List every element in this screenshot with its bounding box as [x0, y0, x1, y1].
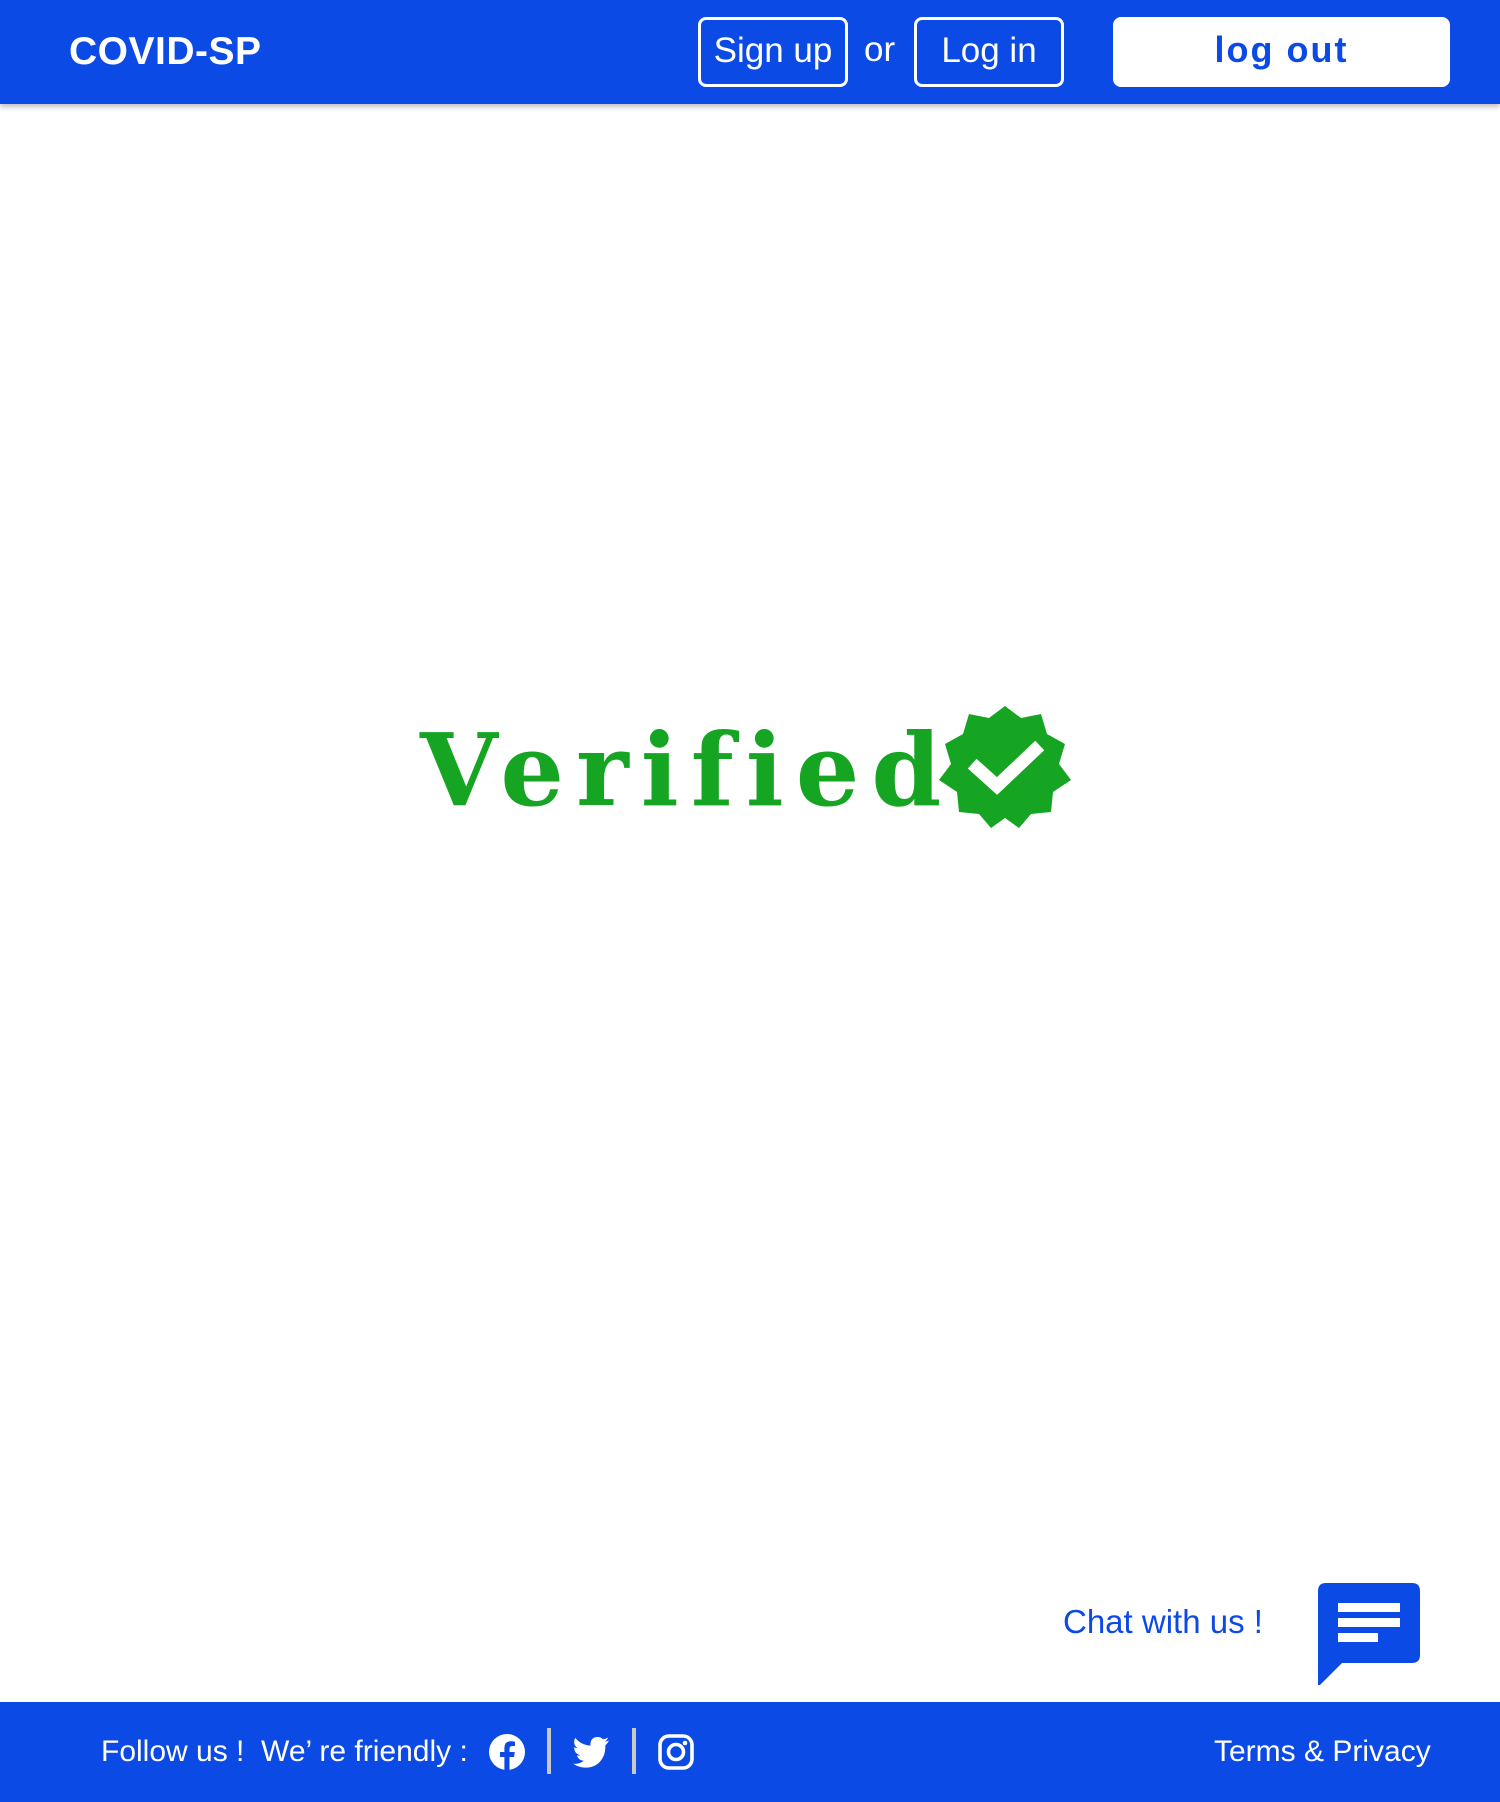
or-separator: or	[864, 30, 896, 69]
footer-bar: Follow us ! We’ re friendly : Terms & Pr…	[0, 1702, 1500, 1802]
log-out-button[interactable]: log out	[1113, 17, 1450, 87]
instagram-icon[interactable]	[657, 1733, 695, 1771]
terms-privacy-link[interactable]: Terms & Privacy	[1214, 1730, 1431, 1774]
top-nav-bar: COVID-SP Sign up or Log in log out	[0, 0, 1500, 104]
facebook-icon[interactable]	[488, 1733, 526, 1771]
footer-divider	[547, 1728, 551, 1774]
follow-us-text: Follow us ! We’ re friendly :	[101, 1735, 468, 1768]
log-in-button[interactable]: Log in	[914, 17, 1064, 87]
sign-up-button[interactable]: Sign up	[698, 17, 848, 87]
page: COVID-SP Sign up or Log in log out Verif…	[0, 0, 1500, 1802]
chat-with-us-label[interactable]: Chat with us !	[1063, 1600, 1263, 1644]
twitter-icon[interactable]	[572, 1733, 610, 1771]
brand-logo[interactable]: COVID-SP	[69, 30, 262, 74]
verified-status: Verified	[420, 700, 1071, 840]
footer-divider	[632, 1728, 636, 1774]
verified-heading: Verified	[420, 711, 954, 829]
badge-shape	[939, 706, 1071, 828]
chat-bubble-icon[interactable]	[1318, 1583, 1420, 1685]
verified-badge-icon	[939, 706, 1071, 828]
